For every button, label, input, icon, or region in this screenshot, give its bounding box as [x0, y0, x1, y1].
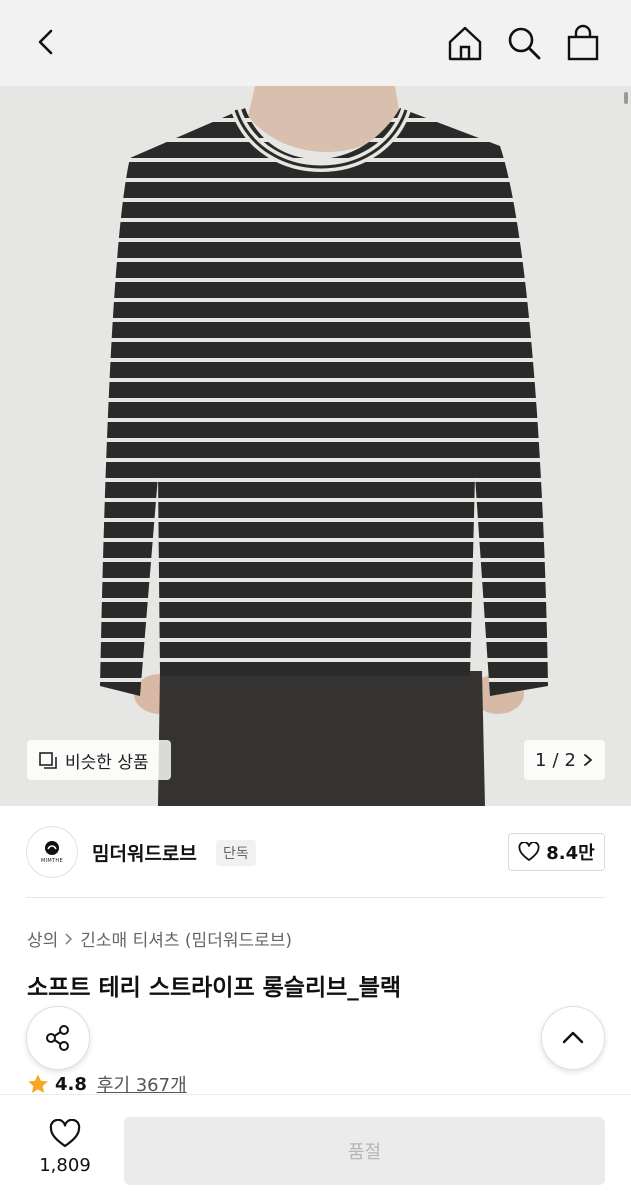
pager-separator: /	[552, 749, 559, 771]
pager-current: 1	[535, 749, 547, 771]
heart-icon	[518, 842, 540, 861]
wishlist-count: 1,809	[39, 1155, 91, 1176]
brand-name[interactable]: 밈더워드로브	[92, 839, 197, 866]
similar-icon	[39, 752, 57, 769]
similar-products-button[interactable]: 비슷한 상품	[27, 740, 171, 780]
divider	[26, 897, 605, 898]
soldout-button[interactable]: 품절	[124, 1117, 605, 1185]
chevron-right-icon	[65, 932, 73, 945]
breadcrumb-subcategory[interactable]: 긴소매 티셔츠 (밈더워드로브)	[80, 926, 292, 951]
product-image[interactable]	[0, 86, 631, 806]
brand-row: MIMTHE 밈더워드로브 단독 8.4만	[0, 806, 631, 898]
back-icon[interactable]	[28, 24, 64, 60]
search-icon[interactable]	[503, 22, 545, 64]
brand-like-button[interactable]: 8.4만	[508, 833, 605, 871]
breadcrumb: 상의 긴소매 티셔츠 (밈더워드로브)	[27, 926, 292, 951]
image-pager[interactable]: 1 / 2	[524, 740, 605, 780]
brand-logo-mark-icon	[45, 841, 59, 855]
chevron-right-icon	[584, 754, 592, 766]
pager-total: 2	[564, 749, 576, 771]
scroll-to-top-button[interactable]	[541, 1006, 605, 1070]
similar-products-label: 비슷한 상품	[65, 752, 149, 773]
share-icon	[46, 1025, 69, 1051]
product-title: 소프트 테리 스트라이프 롱슬리브_블랙	[27, 975, 402, 1001]
page-scrollbar[interactable]	[624, 92, 628, 104]
shopping-bag-icon[interactable]	[562, 22, 604, 64]
share-button[interactable]	[26, 1006, 90, 1070]
star-icon	[28, 1074, 48, 1093]
rating-score: 4.8	[55, 1073, 87, 1095]
brand-logo[interactable]: MIMTHE	[26, 826, 78, 878]
exclusive-badge: 단독	[216, 840, 256, 866]
top-navigation-bar	[0, 0, 631, 86]
bottom-action-bar: 1,809 품절	[0, 1094, 631, 1200]
chevron-up-icon	[562, 1031, 584, 1044]
product-photo-illustration	[100, 86, 548, 806]
brand-logo-text: MIMTHE	[41, 858, 63, 864]
breadcrumb-category[interactable]: 상의	[27, 926, 58, 951]
home-icon[interactable]	[444, 22, 486, 64]
brand-like-count: 8.4만	[546, 843, 595, 864]
wishlist-button[interactable]: 1,809	[26, 1119, 104, 1183]
heart-icon	[49, 1119, 81, 1148]
